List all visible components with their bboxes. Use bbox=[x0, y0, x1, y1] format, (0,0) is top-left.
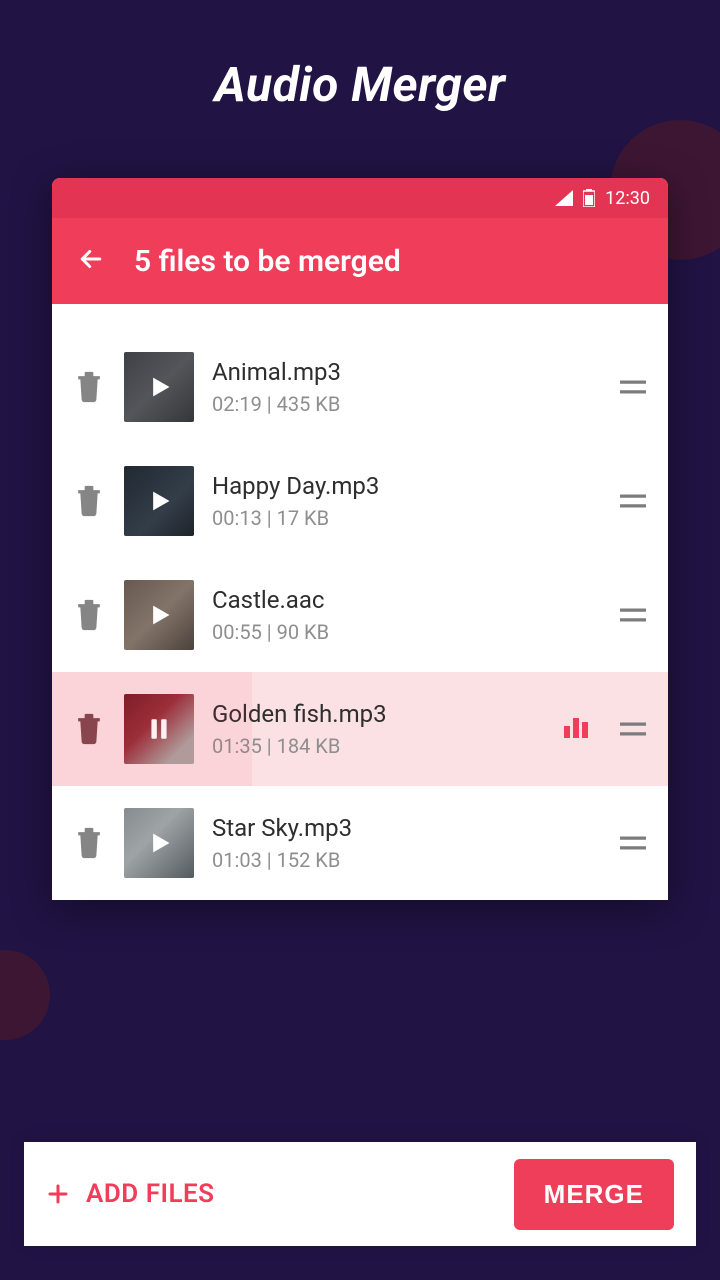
pause-icon bbox=[124, 694, 194, 764]
drag-handle-icon[interactable] bbox=[618, 719, 648, 739]
play-icon bbox=[124, 466, 194, 536]
list-item: Happy Day.mp3 00:13 | 17 KB bbox=[52, 444, 668, 558]
play-button[interactable] bbox=[124, 466, 194, 536]
file-info: Golden fish.mp3 01:35 | 184 KB bbox=[212, 700, 546, 758]
list-item: Castle.aac 00:55 | 90 KB bbox=[52, 558, 668, 672]
file-meta: 01:03 | 152 KB bbox=[212, 848, 600, 872]
file-meta: 02:19 | 435 KB bbox=[212, 392, 600, 416]
file-name: Castle.aac bbox=[212, 586, 600, 614]
file-meta: 00:13 | 17 KB bbox=[212, 506, 600, 530]
drag-handle-icon[interactable] bbox=[618, 605, 648, 625]
file-name: Star Sky.mp3 bbox=[212, 814, 600, 842]
bottom-bar: ADD FILES MERGE bbox=[24, 1142, 696, 1246]
list-item: Star Sky.mp3 01:03 | 152 KB bbox=[52, 786, 668, 900]
status-bar: 12:30 bbox=[52, 178, 668, 218]
file-info: Happy Day.mp3 00:13 | 17 KB bbox=[212, 472, 600, 530]
delete-icon[interactable] bbox=[72, 827, 106, 859]
list-item: Golden fish.mp3 01:35 | 184 KB bbox=[52, 672, 668, 786]
play-button[interactable] bbox=[124, 580, 194, 650]
add-files-label: ADD FILES bbox=[86, 1179, 215, 1209]
pause-button[interactable] bbox=[124, 694, 194, 764]
file-name: Golden fish.mp3 bbox=[212, 700, 546, 728]
app-bar: 5 files to be merged bbox=[52, 218, 668, 304]
play-icon bbox=[124, 352, 194, 422]
drag-handle-icon[interactable] bbox=[618, 833, 648, 853]
file-name: Happy Day.mp3 bbox=[212, 472, 600, 500]
plus-icon bbox=[46, 1182, 70, 1206]
file-meta: 00:55 | 90 KB bbox=[212, 620, 600, 644]
battery-icon bbox=[583, 189, 595, 207]
file-list: Animal.mp3 02:19 | 435 KB Happy Day.mp3 00:… bbox=[52, 330, 668, 900]
delete-icon[interactable] bbox=[72, 371, 106, 403]
play-button[interactable] bbox=[124, 352, 194, 422]
add-files-button[interactable]: ADD FILES bbox=[46, 1179, 215, 1209]
file-name: Animal.mp3 bbox=[212, 358, 600, 386]
delete-icon[interactable] bbox=[72, 599, 106, 631]
back-icon[interactable] bbox=[76, 244, 106, 278]
delete-icon[interactable] bbox=[72, 713, 106, 745]
page-title: Audio Merger bbox=[0, 0, 720, 149]
drag-handle-icon[interactable] bbox=[618, 377, 648, 397]
status-time: 12:30 bbox=[605, 188, 650, 209]
list-item: Animal.mp3 02:19 | 435 KB bbox=[52, 330, 668, 444]
bg-circle bbox=[0, 950, 50, 1040]
app-bar-title: 5 files to be merged bbox=[134, 244, 401, 279]
signal-icon bbox=[555, 190, 573, 206]
drag-handle-icon[interactable] bbox=[618, 491, 648, 511]
equalizer-icon bbox=[564, 716, 592, 742]
play-button[interactable] bbox=[124, 808, 194, 878]
play-icon bbox=[124, 808, 194, 878]
phone-frame: 12:30 5 files to be merged Animal.mp3 02:… bbox=[52, 178, 668, 900]
file-info: Animal.mp3 02:19 | 435 KB bbox=[212, 358, 600, 416]
file-info: Star Sky.mp3 01:03 | 152 KB bbox=[212, 814, 600, 872]
file-meta: 01:35 | 184 KB bbox=[212, 734, 546, 758]
play-icon bbox=[124, 580, 194, 650]
delete-icon[interactable] bbox=[72, 485, 106, 517]
merge-button[interactable]: MERGE bbox=[514, 1159, 674, 1230]
file-info: Castle.aac 00:55 | 90 KB bbox=[212, 586, 600, 644]
